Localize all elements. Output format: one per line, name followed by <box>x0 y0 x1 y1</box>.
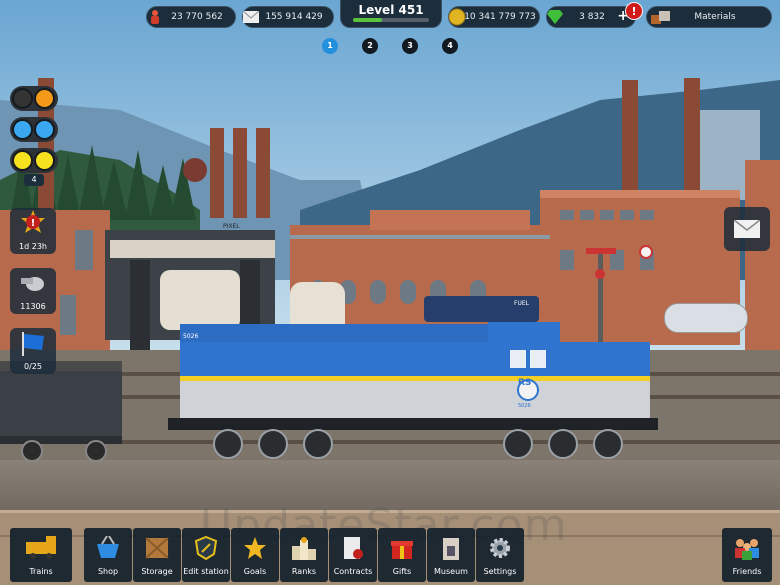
mail-icon <box>239 5 263 29</box>
messages-button[interactable] <box>724 207 770 251</box>
level-progress-bar <box>353 18 429 22</box>
trains-label: Trains <box>10 567 72 576</box>
museum-button[interactable]: Museum <box>427 528 475 582</box>
coin-icon <box>445 5 469 29</box>
passengers-value: 23 770 562 <box>159 12 223 22</box>
friends-label: Friends <box>722 567 772 576</box>
event-alert-icon: ! <box>21 210 45 238</box>
level-indicator[interactable]: Level 451 <box>340 0 442 28</box>
gear-icon <box>488 536 512 560</box>
basket-icon <box>95 536 121 558</box>
shop-button[interactable]: Shop <box>84 528 132 582</box>
museum-icon <box>440 536 462 562</box>
event-button[interactable]: ! 1d 23h <box>10 208 56 254</box>
gems-counter[interactable]: 3 832 + <box>546 6 636 28</box>
flag-button[interactable]: 0/25 <box>10 328 56 374</box>
gems-value: 3 832 <box>567 12 605 22</box>
gem-icon <box>543 5 567 29</box>
passengers-counter[interactable]: 23 770 562 <box>146 6 236 28</box>
signal-lamp-blue <box>12 119 33 140</box>
notification-badge[interactable]: ! <box>625 2 643 20</box>
friends-button[interactable]: Friends <box>722 528 772 582</box>
whistle-button[interactable]: 11306 <box>10 268 56 314</box>
level-progress-fill <box>353 18 382 22</box>
mail-counter[interactable]: 155 914 429 <box>242 6 334 28</box>
shop-label: Shop <box>84 567 132 576</box>
bottom-menu: Shop Storage Edit station Goals Ranks Co… <box>84 528 524 582</box>
signal-lamp-blue <box>34 119 55 140</box>
flag-icon <box>20 332 46 356</box>
trains-button[interactable]: Trains <box>10 528 72 582</box>
factory-sign: PIXEL <box>223 223 240 230</box>
locomotive[interactable] <box>138 318 678 468</box>
signal-light-panel[interactable]: 4 <box>10 86 58 188</box>
passenger-icon <box>143 5 167 29</box>
page-dot-2[interactable]: 2 <box>362 38 378 54</box>
ranks-button[interactable]: Ranks <box>280 528 328 582</box>
signal-lamp-yellow <box>34 150 55 171</box>
ranks-label: Ranks <box>280 567 328 576</box>
crate-icon <box>145 536 169 560</box>
storage-button[interactable]: Storage <box>133 528 181 582</box>
gifts-label: Gifts <box>378 567 426 576</box>
signal-row-blue[interactable] <box>10 117 58 142</box>
museum-label: Museum <box>427 567 475 576</box>
whistle-count: 11306 <box>10 302 56 311</box>
goals-label: Goals <box>231 567 279 576</box>
page-indicator: 1 2 3 4 <box>322 38 458 54</box>
svg-text:!: ! <box>31 218 36 229</box>
materials-icon <box>649 5 673 29</box>
level-title: Level 451 <box>341 3 441 17</box>
loco-number-side: 5026 <box>518 403 531 409</box>
page-dot-4[interactable]: 4 <box>442 38 458 54</box>
signal-lamp-orange <box>34 88 55 109</box>
gift-icon <box>390 536 414 560</box>
whistle-icon <box>21 274 45 292</box>
edit-station-label: Edit station <box>182 567 230 576</box>
materials-button[interactable]: Materials <box>646 6 772 28</box>
mail-value: 155 914 429 <box>253 12 322 22</box>
contracts-button[interactable]: Contracts <box>329 528 377 582</box>
page-dot-3[interactable]: 3 <box>402 38 418 54</box>
signal-row-orange[interactable] <box>10 86 58 111</box>
contract-icon <box>342 536 364 560</box>
train-icon <box>24 536 58 560</box>
gifts-button[interactable]: Gifts <box>378 528 426 582</box>
event-timer: 1d 23h <box>10 242 56 251</box>
edit-station-button[interactable]: Edit station <box>182 528 230 582</box>
signal-lamp-yellow <box>12 150 33 171</box>
signal-row-yellow[interactable] <box>10 148 58 173</box>
coins-counter[interactable]: 10 341 779 773 <box>448 6 540 28</box>
game-scene: PIXEL FUEL <box>0 0 780 585</box>
loco-logo: RS <box>518 378 531 388</box>
envelope-icon <box>734 220 760 238</box>
materials-label: Materials <box>682 12 735 22</box>
edit-shield-icon <box>194 536 218 560</box>
settings-label: Settings <box>476 567 524 576</box>
contracts-label: Contracts <box>329 567 377 576</box>
storage-label: Storage <box>133 567 181 576</box>
podium-icon <box>291 536 317 560</box>
star-icon <box>243 536 267 560</box>
fuel-label: FUEL <box>514 300 529 307</box>
friends-icon <box>732 536 762 560</box>
settings-button[interactable]: Settings <box>476 528 524 582</box>
goals-button[interactable]: Goals <box>231 528 279 582</box>
page-dot-1[interactable]: 1 <box>322 38 338 54</box>
signal-count: 4 <box>24 174 44 186</box>
flag-count: 0/25 <box>10 362 56 371</box>
loco-number-front: 5026 <box>183 333 198 340</box>
signal-lamp-off <box>12 88 33 109</box>
